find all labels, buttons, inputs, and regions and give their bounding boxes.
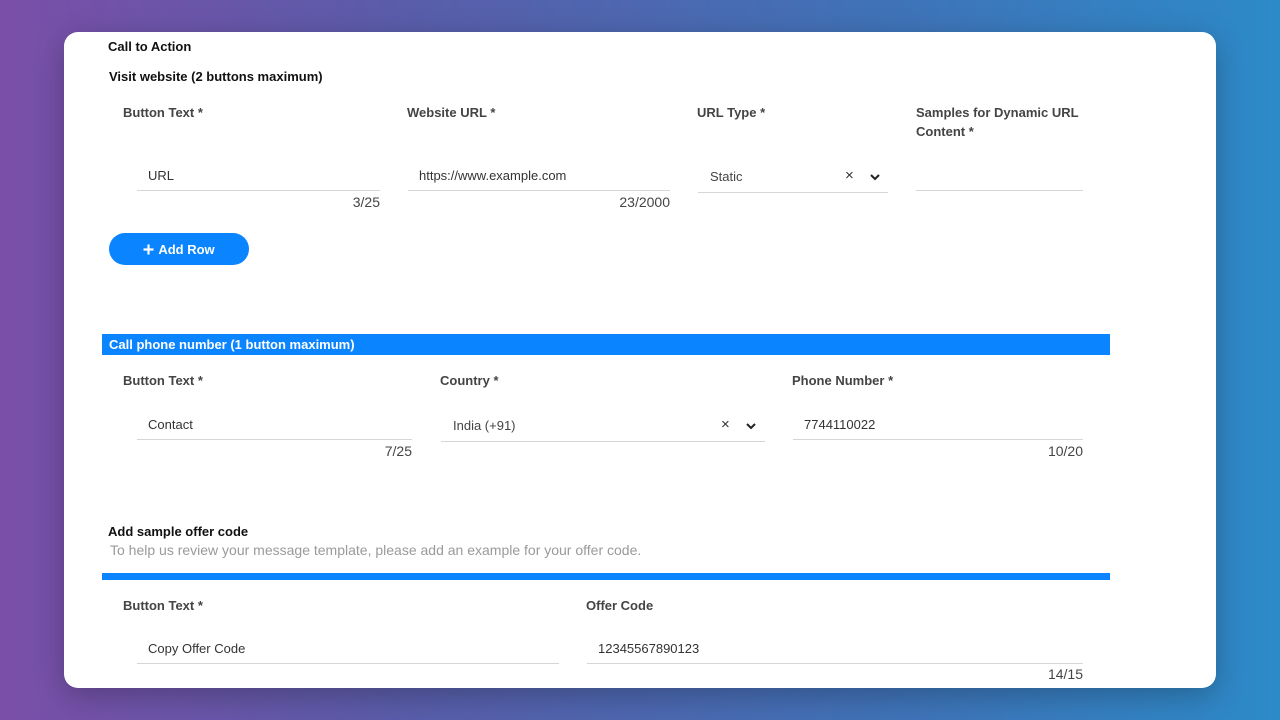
phone-button-text-input[interactable] <box>137 410 412 440</box>
offer-code-input[interactable] <box>587 634 1083 664</box>
offer-code-counter: 14/15 <box>1047 666 1083 682</box>
offer-code-title: Add sample offer code <box>108 524 249 539</box>
phone-button-text-label: Button Text * <box>123 373 203 388</box>
offer-button-text-label: Button Text * <box>123 598 203 613</box>
template-buttons-card: Call to Action Visit website (2 buttons … <box>64 32 1216 688</box>
section-title-call-to-action: Call to Action <box>108 39 192 54</box>
close-icon[interactable]: × <box>721 416 730 433</box>
country-label: Country * <box>440 373 499 388</box>
samples-dynamic-url-label: Samples for Dynamic URL Content * <box>916 105 1079 139</box>
visit-website-title: Visit website (2 buttons maximum) <box>109 69 323 84</box>
country-select[interactable]: India (+91) × <box>441 410 765 442</box>
close-icon[interactable]: × <box>845 167 854 184</box>
website-button-text-input[interactable] <box>137 161 380 191</box>
add-row-button[interactable]: Add Row <box>109 233 249 265</box>
chevron-down-icon[interactable] <box>744 419 758 433</box>
phone-number-label: Phone Number * <box>792 373 894 388</box>
country-value: India (+91) <box>453 418 516 433</box>
url-type-select[interactable]: Static × <box>698 161 888 193</box>
call-phone-header-bar: Call phone number (1 button maximum) <box>102 334 1110 355</box>
chevron-down-icon[interactable] <box>868 170 882 184</box>
phone-number-counter: 10/20 <box>1047 443 1083 459</box>
website-button-text-counter: 3/25 <box>352 194 380 210</box>
add-row-label: Add Row <box>158 241 215 257</box>
website-url-input[interactable] <box>408 161 670 191</box>
website-url-label: Website URL * <box>407 105 496 120</box>
button-text-label: Button Text * <box>123 105 203 120</box>
plus-icon <box>143 244 154 254</box>
phone-button-text-counter: 7/25 <box>384 443 412 459</box>
samples-dynamic-url-input[interactable] <box>916 161 1083 191</box>
website-url-counter: 23/2000 <box>619 194 670 210</box>
offer-code-divider-bar <box>102 573 1110 580</box>
url-type-label: URL Type * <box>697 105 766 120</box>
offer-code-label: Offer Code <box>586 598 654 613</box>
url-type-value: Static <box>710 169 743 184</box>
call-phone-title: Call phone number (1 button maximum) <box>109 337 355 352</box>
phone-number-input[interactable] <box>793 410 1083 440</box>
offer-button-text-input[interactable] <box>137 634 559 664</box>
offer-code-hint: To help us review your message template,… <box>110 542 642 558</box>
